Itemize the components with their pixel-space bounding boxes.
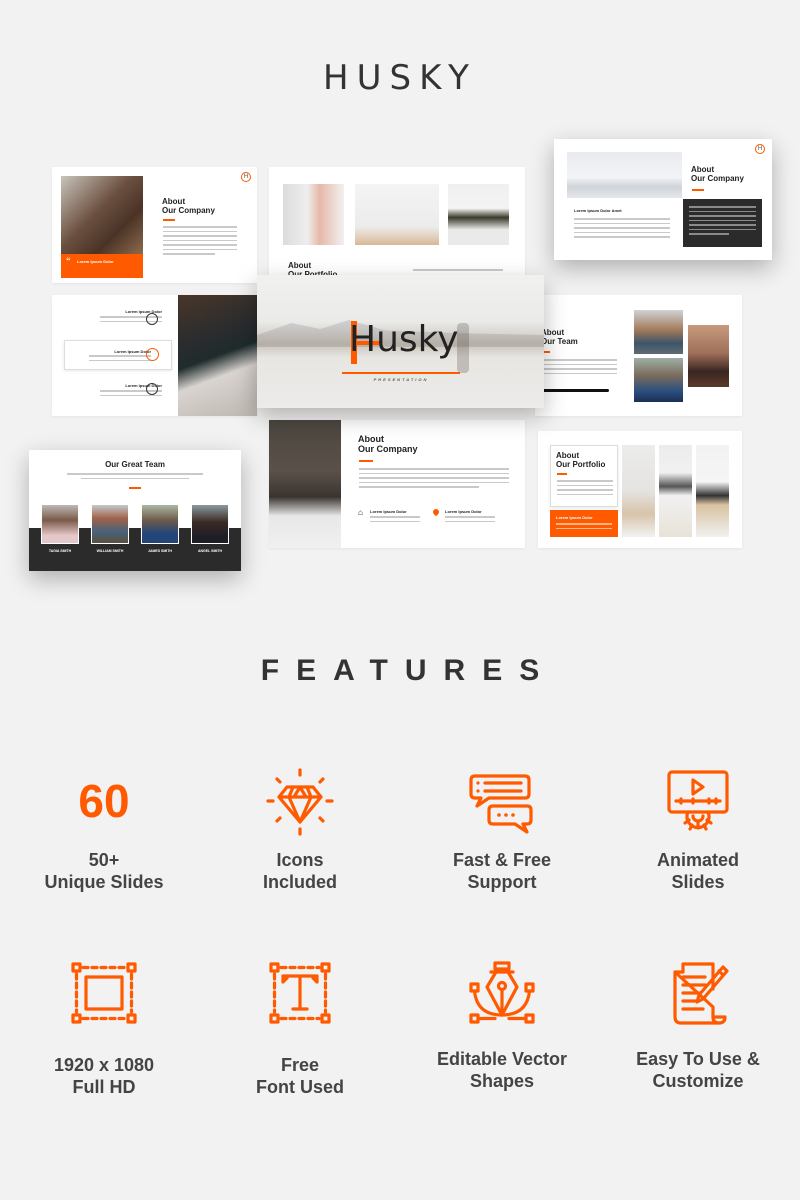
body-text (163, 226, 237, 258)
office-photo (61, 176, 143, 254)
slide-about-portfolio-top[interactable]: About Our Portfolio (269, 167, 525, 283)
slide-heading: About Our Company (358, 434, 418, 455)
quote-title: Lorem Ipsum Dolor (77, 259, 114, 264)
feature-vector-shapes: Editable Vector Shapes (402, 958, 602, 1092)
feature-free-font: Free Font Used (200, 958, 400, 1098)
member-name: WILLIAM SMITH (96, 549, 124, 553)
features-title: FEATURES (260, 654, 557, 687)
slide-about-company-3[interactable]: About Our Company ⌂ Lorem Ipsum Dolor Lo… (269, 420, 525, 548)
member-name: JAMES SMITH (148, 549, 172, 553)
cover-underline (342, 372, 460, 374)
body-text (574, 218, 670, 241)
feature-animated-slides: Animated Slides (598, 765, 798, 893)
feature-easy-customize: Easy To Use & Customize (598, 958, 798, 1092)
member-photo-1 (41, 504, 79, 544)
location-pin-icon (146, 348, 159, 361)
team-photo-3 (688, 325, 729, 387)
slide-about-team[interactable]: About Our Team (535, 295, 742, 416)
slide-services[interactable]: Lorem Ipsum Dolor Lorem Ipsum Dolor Lore… (52, 295, 257, 416)
slide-heading: About Our Company (162, 197, 215, 216)
slide-heading: Our Great Team (105, 460, 165, 469)
slide-great-team[interactable]: Our Great Team TAGIA SMITH WILLIAM SMITH… (29, 450, 241, 571)
slide-heading: About Our Company (691, 165, 744, 184)
feature-support: Fast & Free Support (402, 765, 602, 893)
portfolio-photo-1 (622, 445, 655, 537)
gear-icon (146, 383, 158, 395)
slide-heading: About Our Team (541, 328, 578, 347)
member-photo-2 (91, 504, 129, 544)
fisherman-silhouette (457, 323, 469, 373)
feature-full-hd: 1920 x 1080 Full HD (4, 958, 204, 1098)
logo-badge: H (755, 144, 765, 154)
pen-tool-icon (469, 961, 535, 1024)
portfolio-photo-3 (696, 445, 729, 537)
accent-divider (557, 473, 567, 475)
slide-count-number: 60 (78, 775, 130, 827)
feature-icons-included: Icons Included (200, 765, 400, 893)
quote-icon: “ (66, 256, 71, 266)
slide-about-company-1[interactable]: “ Lorem Ipsum Dolor H About Our Company (52, 167, 257, 283)
team-photo-1 (634, 310, 683, 354)
feature-label: 1920 x 1080 Full HD (53, 1055, 155, 1097)
dark-text-panel (683, 199, 762, 247)
cover-subtitle: PRESENTATION (373, 377, 429, 382)
document-edit-icon (673, 962, 729, 1025)
page-title: HUSKY (323, 58, 477, 98)
feature-label: Fast & Free Support (452, 850, 552, 892)
portfolio-photo-1 (283, 184, 344, 245)
accent-divider (129, 487, 141, 489)
orange-text-box: Lorem Ipsum Dolor (550, 510, 618, 537)
feature-label: Icons Included (262, 850, 337, 892)
video-gear-icon (667, 770, 729, 831)
workspace-photo (178, 295, 257, 416)
member-name: ANGEL SMITH (197, 549, 223, 553)
feature-label: Free Font Used (256, 1055, 344, 1097)
accent-divider (692, 189, 704, 191)
cover-title: Husky (349, 319, 459, 360)
location-pin-icon (431, 507, 441, 517)
portfolio-photo-3 (448, 184, 509, 245)
diamond-icon (266, 768, 334, 836)
feature-label: Animated Slides (656, 850, 739, 892)
body-text (67, 473, 203, 482)
member-photo-3 (141, 504, 179, 544)
team-photo-2 (634, 358, 683, 402)
home-icon: ⌂ (358, 508, 363, 517)
quote-box: “ Lorem Ipsum Dolor (61, 254, 143, 278)
slide-about-company-2[interactable]: H About Our Company Lorem Ipsum Dolor Am… (554, 139, 772, 260)
member-photo-4 (191, 504, 229, 544)
feature-title: Lorem Ipsum Dolor (370, 509, 407, 514)
subheading: Lorem Ipsum Dolor Amet (574, 208, 622, 213)
body-text (413, 269, 503, 274)
slide-heading: About Our Portfolio (556, 451, 606, 470)
body-text (557, 480, 613, 498)
progress-bar (541, 389, 609, 392)
font-frame-icon (269, 962, 331, 1024)
meeting-room-photo (567, 152, 682, 198)
feature-label: 50+ Unique Slides (44, 850, 164, 892)
logo-badge: H (241, 172, 251, 182)
accent-divider (359, 460, 373, 462)
feature-label: Easy To Use & Customize (636, 1049, 760, 1091)
portfolio-photo-2 (659, 445, 692, 537)
slide-about-portfolio-bottom[interactable]: About Our Portfolio Lorem Ipsum Dolor (538, 431, 742, 548)
feature-title: Lorem Ipsum Dolor (445, 509, 482, 514)
feature-unique-slides: 60 50+ Unique Slides (4, 765, 204, 893)
briefcase-icon (146, 313, 158, 325)
body-text (359, 468, 509, 491)
wooden-house-photo (269, 420, 341, 548)
feature-label: Editable Vector Shapes (436, 1049, 568, 1091)
member-name: TAGIA SMITH (48, 549, 72, 553)
accent-divider (163, 219, 175, 221)
resize-frame-icon (71, 962, 137, 1024)
slide-cover[interactable]: Husky PRESENTATION (257, 275, 544, 408)
body-text (541, 359, 617, 377)
chat-bubbles-icon (469, 774, 533, 834)
portfolio-photo-2 (355, 184, 439, 245)
